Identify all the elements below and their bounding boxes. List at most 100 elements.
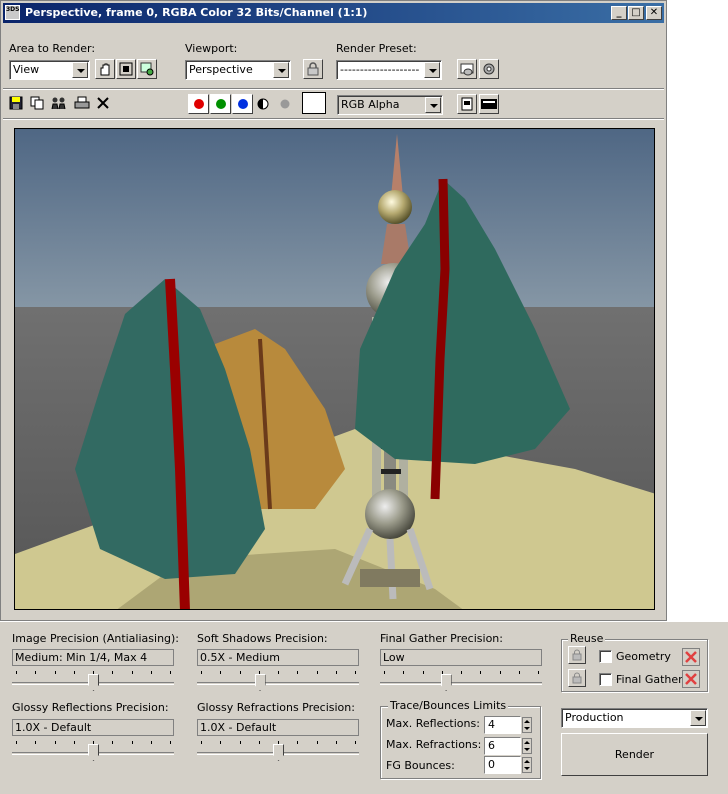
slider-tick <box>403 671 405 674</box>
dropdown-arrow-icon <box>273 62 289 78</box>
slider-thumb[interactable] <box>273 744 284 761</box>
max-refractions-input[interactable]: 6 <box>484 737 521 755</box>
background-color-swatch[interactable] <box>302 92 326 114</box>
glossy-refractions-label: Glossy Refractions Precision: <box>197 701 355 714</box>
slider-tick <box>35 741 37 744</box>
dropdown-arrow-icon <box>425 97 441 113</box>
render-region-icon <box>140 62 154 76</box>
clear-geometry-button[interactable] <box>682 648 700 666</box>
rendered-image[interactable] <box>14 128 655 610</box>
soft-shadows-value: 0.5X - Medium <box>197 649 359 666</box>
soft-shadows-slider[interactable] <box>197 669 359 691</box>
print-image-icon[interactable] <box>74 96 90 113</box>
delete-icon <box>685 651 697 663</box>
copy-image-icon[interactable] <box>30 96 44 113</box>
lock-geometry-button[interactable] <box>568 646 586 664</box>
dropdown-arrow-icon <box>72 62 88 78</box>
fg-bounces-spinner[interactable] <box>522 757 532 773</box>
max-reflections-input[interactable]: 4 <box>484 716 521 734</box>
green-channel-button[interactable] <box>210 94 231 114</box>
render-scene-image <box>15 129 654 609</box>
glossy-reflections-label: Glossy Reflections Precision: <box>12 701 169 714</box>
lock-icon <box>307 62 319 76</box>
area-to-render-label: Area to Render: <box>9 42 96 55</box>
viewport-label: Viewport: <box>185 42 238 55</box>
slider-tick <box>73 741 75 744</box>
slider-tick <box>170 741 171 744</box>
render-mode-select[interactable]: Production <box>561 708 708 728</box>
slider-thumb[interactable] <box>88 674 99 691</box>
slider-thumb[interactable] <box>440 674 452 691</box>
red-channel-button[interactable] <box>188 94 209 114</box>
app-icon: 3DS <box>5 5 20 20</box>
slider-tick <box>258 671 260 674</box>
clone-window-icon[interactable] <box>51 96 67 113</box>
geometry-checkbox[interactable] <box>599 650 612 663</box>
alpha-toggle-icon[interactable] <box>257 98 269 113</box>
region-render-button[interactable] <box>137 59 157 79</box>
window-title: Perspective, frame 0, RGBA Color 32 Bits… <box>25 6 368 19</box>
lock-viewport-button[interactable] <box>303 59 323 79</box>
save-image-icon[interactable] <box>9 96 23 113</box>
slider-tick <box>131 671 133 674</box>
slider-tick <box>518 671 520 674</box>
max-reflections-spinner[interactable] <box>522 717 532 733</box>
render-setup-button[interactable] <box>457 59 477 79</box>
dropdown-arrow-icon <box>424 62 440 78</box>
maximize-button[interactable]: □ <box>628 6 644 20</box>
image-precision-slider[interactable] <box>12 669 174 691</box>
render-button[interactable]: Render <box>561 733 708 776</box>
final-gather-checkbox[interactable] <box>599 673 612 686</box>
monochrome-icon[interactable] <box>280 99 290 112</box>
toggle-ui-overlay-button[interactable] <box>457 94 477 114</box>
slider-thumb[interactable] <box>88 744 99 761</box>
auto-region-button[interactable] <box>116 59 136 79</box>
slider-tick <box>538 671 539 674</box>
glossy-reflections-slider[interactable] <box>12 739 174 761</box>
display-channel-select[interactable]: RGB Alpha <box>337 95 443 115</box>
soft-shadows-label: Soft Shadows Precision: <box>197 632 328 645</box>
clear-image-icon[interactable] <box>96 96 110 113</box>
viewport-select[interactable]: Perspective <box>185 60 291 80</box>
region-frame-icon <box>119 62 133 76</box>
slider-track[interactable] <box>197 682 359 685</box>
slider-tick <box>54 671 56 674</box>
final-gather-value: Low <box>380 649 542 666</box>
slider-tick <box>278 741 279 744</box>
fg-bounces-input[interactable]: 0 <box>484 756 521 774</box>
display-channel-value: RGB Alpha <box>341 98 400 111</box>
lock-final-gather-button[interactable] <box>568 669 586 687</box>
viewport-value: Perspective <box>189 63 253 76</box>
slider-track[interactable] <box>380 682 542 685</box>
render-preset-select[interactable]: -------------------- <box>336 60 442 80</box>
slider-thumb[interactable] <box>254 674 266 691</box>
max-refractions-spinner[interactable] <box>522 738 532 754</box>
geometry-label: Geometry <box>616 650 671 663</box>
area-to-render-value: View <box>13 63 40 76</box>
hand-icon <box>100 63 110 76</box>
slider-tick <box>16 671 17 674</box>
blue-channel-icon <box>237 99 248 109</box>
glossy-refractions-slider[interactable] <box>197 739 359 761</box>
minimize-button[interactable]: _ <box>611 6 627 20</box>
slider-tick <box>278 671 279 674</box>
slider-tick <box>258 741 260 744</box>
final-gather-slider[interactable] <box>380 669 542 691</box>
clear-final-gather-button[interactable] <box>682 670 700 688</box>
render-preset-value: -------------------- <box>340 63 420 76</box>
slider-tick <box>461 671 462 674</box>
slider-tick <box>316 671 318 674</box>
slider-tick <box>297 741 299 744</box>
title-bar[interactable]: Perspective, frame 0, RGBA Color 32 Bits… <box>3 3 664 23</box>
area-to-render-select[interactable]: View <box>9 60 90 80</box>
environment-button[interactable] <box>479 59 499 79</box>
lock-icon <box>572 649 582 661</box>
slider-tick <box>220 671 222 674</box>
close-button[interactable]: ✕ <box>646 6 662 20</box>
toggle-ui-button[interactable] <box>479 94 499 114</box>
edit-region-button[interactable] <box>95 59 115 79</box>
slider-tick <box>93 671 94 674</box>
dropdown-arrow-icon <box>690 710 706 726</box>
blue-channel-button[interactable] <box>232 94 253 114</box>
minimize-icon: _ <box>616 7 622 18</box>
